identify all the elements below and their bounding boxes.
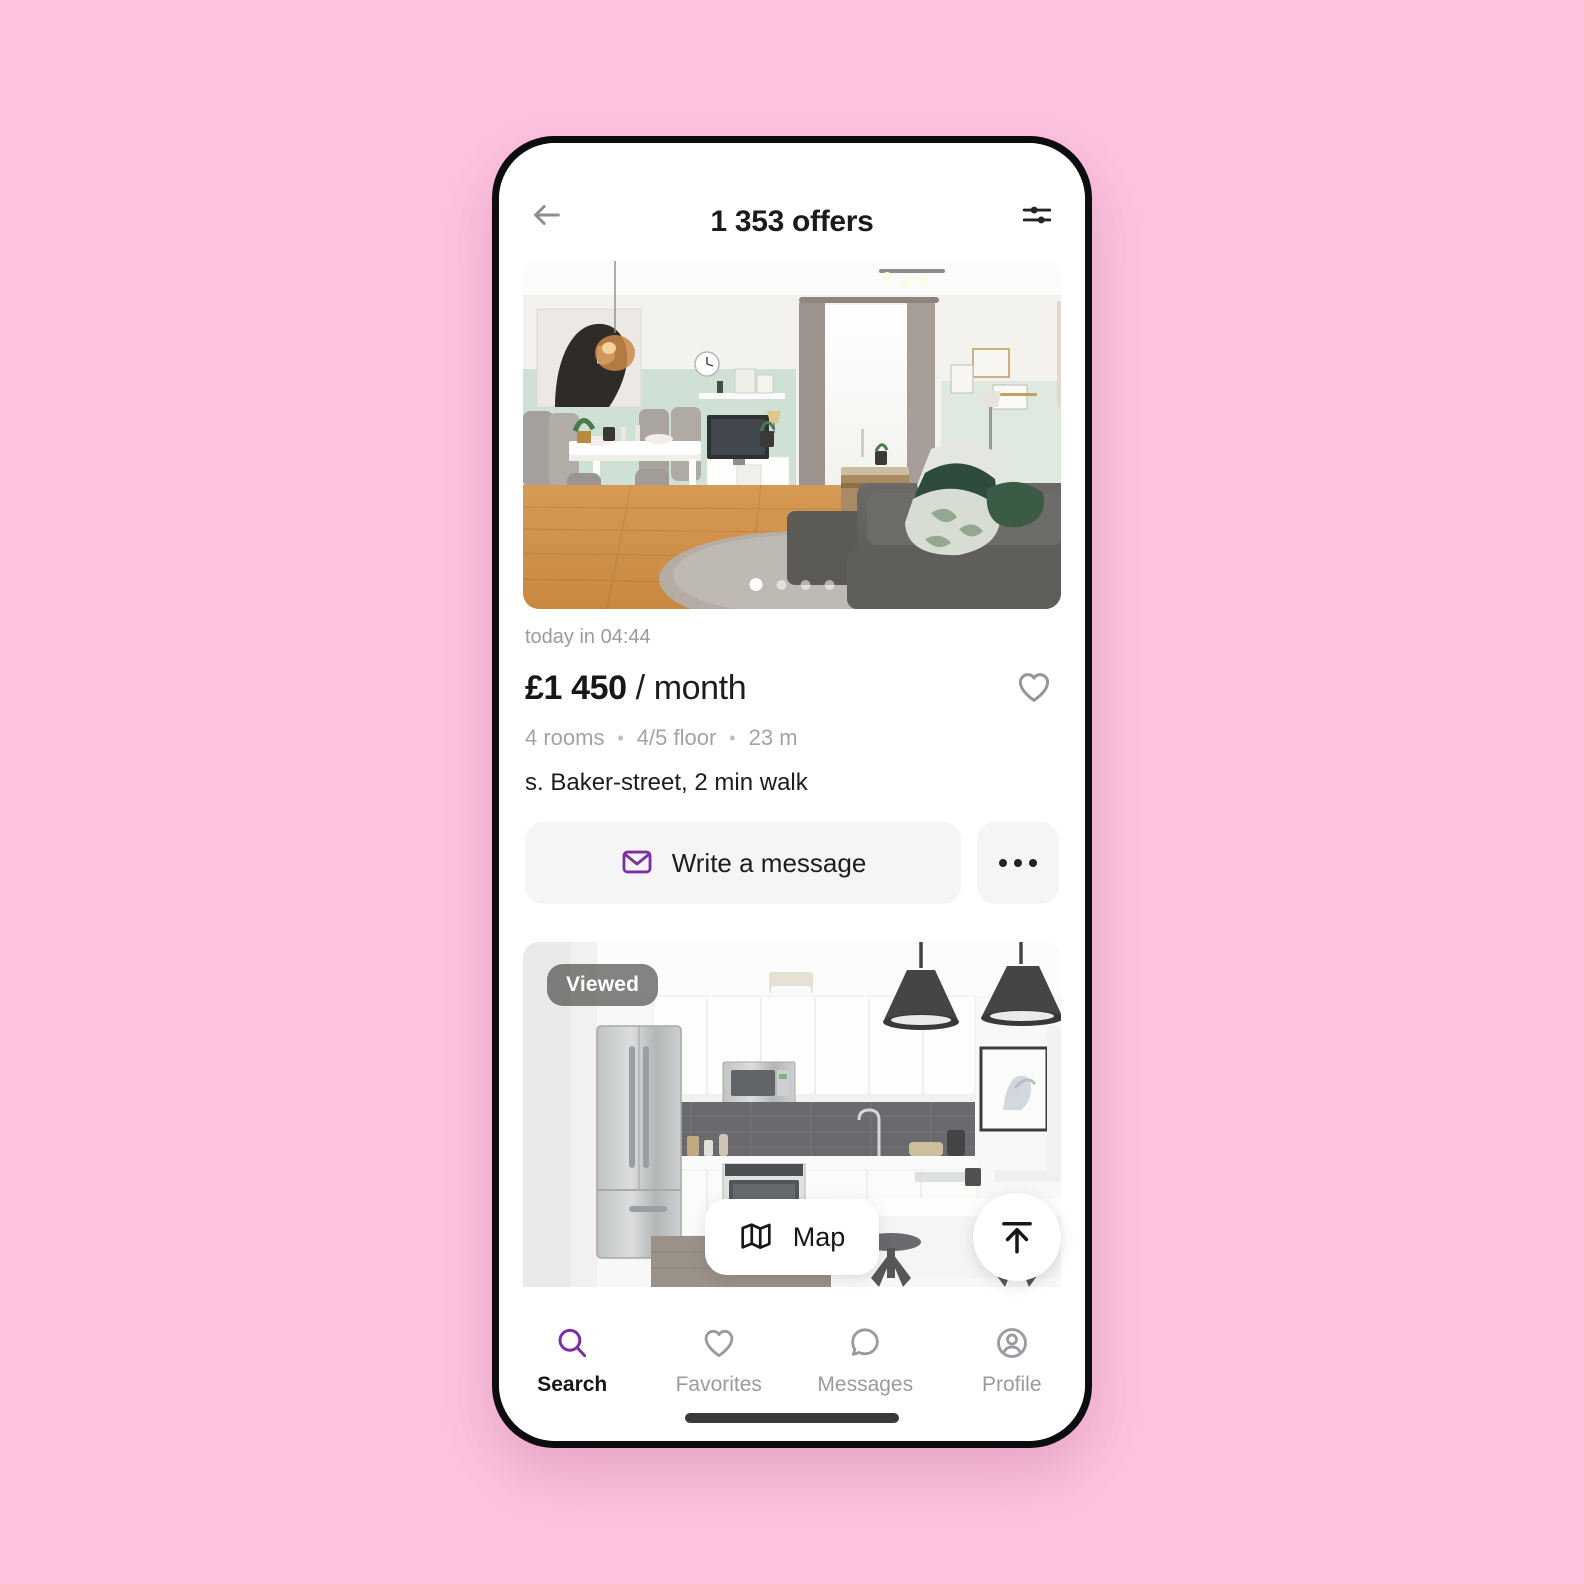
write-message-label: Write a message xyxy=(671,847,867,878)
listing-card[interactable]: today in 04:44 £1 450 / month 4 rooms • … xyxy=(499,261,1085,904)
listing-actions: Write a message xyxy=(525,822,1059,904)
filter-sliders-icon xyxy=(1020,198,1054,235)
meta-floor: 4/5 floor xyxy=(636,725,717,750)
write-message-button[interactable]: Write a message xyxy=(525,822,961,904)
chat-bubble-icon xyxy=(847,1325,883,1364)
listing-timestamp: today in 04:44 xyxy=(525,626,651,648)
map-button[interactable]: Map xyxy=(704,1199,880,1275)
more-options-button[interactable] xyxy=(977,822,1059,904)
arrow-left-icon xyxy=(530,198,564,235)
scroll-to-top-button[interactable] xyxy=(973,1193,1061,1281)
tab-label-profile: Profile xyxy=(981,1373,1042,1396)
app-header: 1 353 offers xyxy=(499,143,1085,261)
arrow-to-top-icon xyxy=(996,1215,1038,1260)
envelope-icon xyxy=(620,845,654,882)
ellipsis-icon xyxy=(999,859,1007,867)
tab-favorites[interactable]: Favorites xyxy=(646,1325,793,1397)
tab-label-messages: Messages xyxy=(817,1373,914,1396)
price-row: £1 450 / month xyxy=(525,663,1059,713)
search-icon xyxy=(554,1325,590,1364)
page-title: 1 353 offers xyxy=(710,205,874,238)
carousel-dot[interactable] xyxy=(824,579,835,590)
meta-area: 23 m xyxy=(748,725,798,750)
filter-button[interactable] xyxy=(1014,193,1060,239)
heart-icon xyxy=(701,1325,737,1364)
listing-photo-carousel[interactable] xyxy=(523,261,1061,609)
tab-label-favorites: Favorites xyxy=(675,1373,762,1396)
carousel-dot[interactable] xyxy=(776,579,787,590)
phone-screen: 1 353 offers today in 04:44 £1 450 / mon… xyxy=(499,143,1085,1441)
listing-price: £1 450 / month xyxy=(525,668,747,708)
favorite-button[interactable] xyxy=(1009,663,1059,713)
heart-outline-icon xyxy=(1015,668,1053,709)
viewed-badge: Viewed xyxy=(547,964,659,1006)
carousel-dots[interactable] xyxy=(749,578,835,591)
tab-profile[interactable]: Profile xyxy=(939,1325,1086,1397)
phone-frame: 1 353 offers today in 04:44 £1 450 / mon… xyxy=(492,136,1092,1448)
carousel-dot[interactable] xyxy=(749,578,763,591)
map-folded-icon xyxy=(739,1219,773,1256)
price-amount: £1 450 xyxy=(525,668,627,707)
tab-messages[interactable]: Messages xyxy=(792,1325,939,1397)
ellipsis-icon xyxy=(1014,859,1022,867)
listing-address: s. Baker-street, 2 min walk xyxy=(525,769,808,796)
tab-search[interactable]: Search xyxy=(499,1325,646,1397)
back-button[interactable] xyxy=(524,193,570,239)
home-indicator xyxy=(685,1413,899,1423)
card-divider xyxy=(499,904,1085,942)
tab-label-search: Search xyxy=(537,1373,608,1396)
listings-feed[interactable]: today in 04:44 £1 450 / month 4 rooms • … xyxy=(499,261,1085,1313)
ellipsis-icon xyxy=(1029,859,1037,867)
person-circle-icon xyxy=(994,1325,1030,1364)
meta-separator: • xyxy=(729,727,736,748)
map-button-label: Map xyxy=(792,1221,846,1252)
meta-separator: • xyxy=(617,727,624,748)
listing-meta: 4 rooms • 4/5 floor • 23 m xyxy=(525,725,1059,751)
meta-rooms: 4 rooms xyxy=(525,725,605,750)
living-room-photo xyxy=(523,261,1061,609)
price-period: / month xyxy=(635,668,747,707)
carousel-dot[interactable] xyxy=(800,579,811,590)
